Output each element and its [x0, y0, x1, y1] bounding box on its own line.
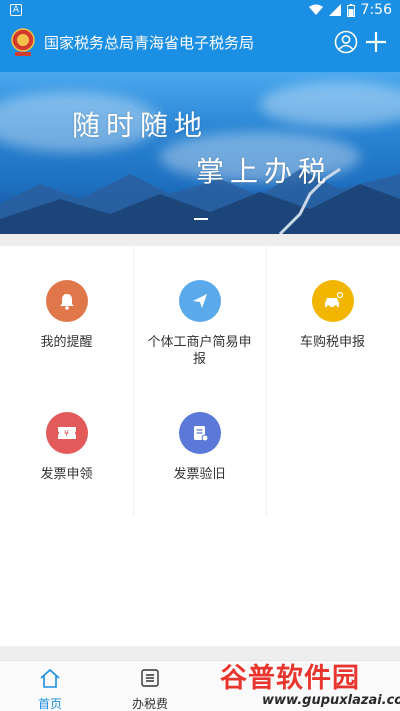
- car-icon: [311, 280, 354, 322]
- grid-item-simple-declaration[interactable]: 个体工商户简易申报: [133, 280, 266, 368]
- grid-item-invoice-apply[interactable]: ¥ 发票申领: [0, 412, 133, 483]
- site-watermark: 谷普软件园 www.gupuxlazai.com: [214, 656, 400, 711]
- banner-cloud: [260, 82, 400, 127]
- promo-banner[interactable]: 随时随地 掌上办税: [0, 72, 400, 234]
- battery-icon: [346, 3, 355, 17]
- status-bar: A 7:56: [0, 0, 400, 22]
- ticket-icon: ¥: [45, 412, 88, 454]
- tab-home[interactable]: 首页: [0, 661, 100, 711]
- watermark-brand: 谷普软件园: [220, 663, 360, 694]
- status-time: 7:56: [360, 2, 392, 18]
- grid-item-label: 发票验旧: [173, 467, 226, 482]
- banner-slogan-line1: 随时随地: [72, 109, 209, 142]
- svg-text:¥: ¥: [64, 429, 69, 438]
- section-divider: [0, 234, 400, 246]
- app-title: 国家税务总局青海省电子税务局: [44, 34, 255, 52]
- tab-label: 办税费: [131, 697, 168, 711]
- watermark-url: www.gupuxlazai.com: [262, 693, 400, 708]
- feature-grid: 我的提醒 个体工商户简易申报 车购税申报 ¥ 发票申领 发票验旧: [0, 246, 400, 658]
- invoice-check-icon: [178, 412, 221, 454]
- plus-icon[interactable]: [364, 30, 388, 54]
- bell-icon: [45, 280, 88, 322]
- tab-label: 首页: [37, 697, 62, 711]
- carousel-indicator: [194, 218, 208, 220]
- tax-emblem-logo: [11, 28, 35, 56]
- list-icon: [141, 669, 159, 687]
- home-icon: [40, 668, 60, 688]
- paper-plane-icon: [178, 280, 221, 322]
- user-icon[interactable]: [334, 30, 358, 54]
- signal-icon: [328, 4, 341, 16]
- notification-icon: A: [10, 4, 22, 16]
- wifi-icon: [308, 4, 323, 15]
- grid-item-invoice-verify[interactable]: 发票验旧: [133, 412, 266, 483]
- banner-slogan-line2: 掌上办税: [196, 155, 333, 188]
- grid-item-label: 我的提醒: [40, 335, 93, 350]
- grid-item-label: 发票申领: [40, 467, 93, 482]
- app-header: A 7:56 国家税务总局青海省电子税务局: [0, 0, 400, 72]
- grid-item-reminders[interactable]: 我的提醒: [0, 280, 133, 351]
- status-icons: 7:56: [308, 2, 392, 18]
- grid-item-label: 车购税申报: [299, 335, 365, 350]
- grid-item-vehicle-tax[interactable]: 车购税申报: [266, 280, 399, 351]
- title-bar: 国家税务总局青海省电子税务局: [0, 22, 400, 72]
- grid-item-label: 个体工商户简易申报: [147, 335, 252, 367]
- tab-tax-services[interactable]: 办税费: [100, 661, 200, 711]
